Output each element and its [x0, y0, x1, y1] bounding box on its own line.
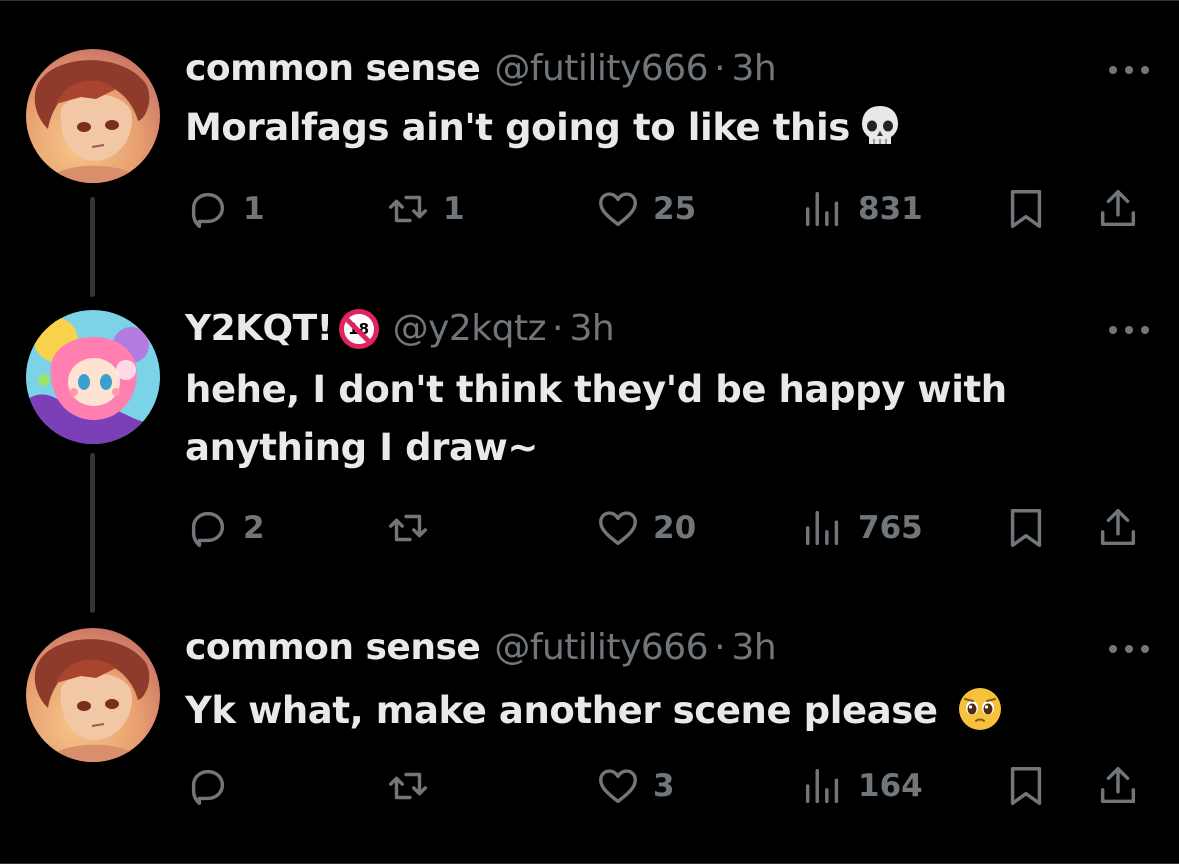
timestamp[interactable]: 3h	[732, 626, 777, 670]
bookmark-icon	[1010, 767, 1042, 805]
share-button[interactable]	[1095, 503, 1141, 553]
adult-content-badge-icon: 18	[338, 309, 379, 349]
skull-emoji	[861, 106, 898, 144]
tweet-header: Y2KQT! 18 @y2kqtz · 3h	[185, 307, 615, 351]
reply-icon	[191, 769, 225, 805]
bookmark-icon	[1010, 190, 1042, 228]
repost-button[interactable]: 1	[385, 184, 465, 234]
tweet-text: hehe, I don't think they'd be happy with…	[185, 361, 1085, 477]
tweet-text: Moralfags ain't going to like this	[185, 99, 1085, 157]
views-icon	[805, 510, 839, 546]
reply-button[interactable]: 2	[185, 503, 265, 553]
more-options-icon[interactable]	[1109, 644, 1149, 654]
view-count: 765	[858, 510, 923, 546]
more-options-icon[interactable]	[1109, 325, 1149, 335]
tweet-actions: 1 1 25 831	[185, 184, 1145, 234]
share-icon	[1100, 509, 1136, 546]
like-count: 25	[653, 191, 697, 227]
share-icon	[1100, 190, 1136, 227]
like-count: 20	[653, 510, 697, 546]
tweet-header: common sense @futility666 · 3h	[185, 626, 777, 670]
repost-button[interactable]	[385, 503, 443, 553]
tweet-actions: 3 164	[185, 761, 1145, 811]
share-button[interactable]	[1095, 184, 1141, 234]
thread-connector-line	[90, 197, 95, 297]
view-count: 164	[858, 768, 923, 804]
timestamp[interactable]: 3h	[732, 47, 777, 91]
bookmark-button[interactable]	[1003, 184, 1049, 234]
tweet-text: Yk what, make another scene please	[185, 682, 1085, 740]
bookmark-button[interactable]	[1003, 761, 1049, 811]
bookmark-icon	[1010, 509, 1042, 547]
views-button[interactable]: 765	[800, 503, 923, 553]
repost-icon	[389, 514, 427, 542]
timestamp[interactable]: 3h	[569, 307, 614, 351]
like-button[interactable]: 3	[595, 761, 675, 811]
username-handle[interactable]: @y2kqtz	[393, 307, 547, 351]
tweet-text-content: Moralfags ain't going to like this	[185, 106, 850, 149]
share-icon	[1100, 767, 1136, 804]
heart-icon	[599, 511, 637, 546]
repost-count: 1	[443, 191, 465, 227]
more-options-icon[interactable]	[1109, 65, 1149, 75]
display-name[interactable]: common sense	[185, 47, 481, 91]
views-icon	[805, 191, 839, 227]
reply-icon	[191, 511, 225, 547]
separator-dot: ·	[714, 627, 726, 668]
tweet[interactable]: Y2KQT! 18 @y2kqtz · 3h hehe, I don't thi…	[0, 291, 1179, 613]
thread-connector-line	[90, 453, 95, 613]
username-handle[interactable]: @futility666	[494, 47, 708, 91]
views-button[interactable]: 164	[800, 761, 923, 811]
tweet-actions: 2 20 765	[185, 503, 1145, 553]
like-count: 3	[653, 768, 675, 804]
conversation-thread: common sense @futility666 · 3h Moralfags…	[0, 0, 1179, 864]
display-name[interactable]: common sense	[185, 626, 481, 670]
separator-dot: ·	[714, 48, 726, 89]
username-handle[interactable]: @futility666	[494, 626, 708, 670]
views-icon	[805, 768, 839, 804]
repost-icon	[389, 772, 427, 800]
heart-icon	[599, 769, 637, 804]
reply-count: 2	[243, 510, 265, 546]
avatar[interactable]	[26, 310, 160, 444]
tweet[interactable]: common sense @futility666 · 3h Yk what, …	[0, 611, 1179, 864]
tweet[interactable]: common sense @futility666 · 3h Moralfags…	[0, 1, 1179, 297]
tweet-header: common sense @futility666 · 3h	[185, 47, 777, 91]
like-button[interactable]: 20	[595, 503, 696, 553]
views-button[interactable]: 831	[800, 184, 923, 234]
repost-button[interactable]	[385, 761, 443, 811]
like-button[interactable]: 25	[595, 184, 696, 234]
heart-icon	[599, 192, 637, 227]
tweet-text-content: hehe, I don't think they'd be happy with…	[185, 368, 1007, 469]
tweet-text-content: Yk what, make another scene please	[185, 689, 938, 732]
reply-count: 1	[243, 191, 265, 227]
pleading-face-emoji	[959, 688, 1002, 730]
reply-button[interactable]: 1	[185, 184, 265, 234]
display-name[interactable]: Y2KQT!	[185, 307, 333, 351]
reply-button[interactable]	[185, 761, 243, 811]
avatar[interactable]	[26, 49, 160, 183]
separator-dot: ·	[552, 308, 564, 349]
reply-icon	[191, 192, 225, 228]
view-count: 831	[858, 191, 923, 227]
share-button[interactable]	[1095, 761, 1141, 811]
avatar[interactable]	[26, 628, 160, 762]
repost-icon	[389, 195, 427, 223]
bookmark-button[interactable]	[1003, 503, 1049, 553]
